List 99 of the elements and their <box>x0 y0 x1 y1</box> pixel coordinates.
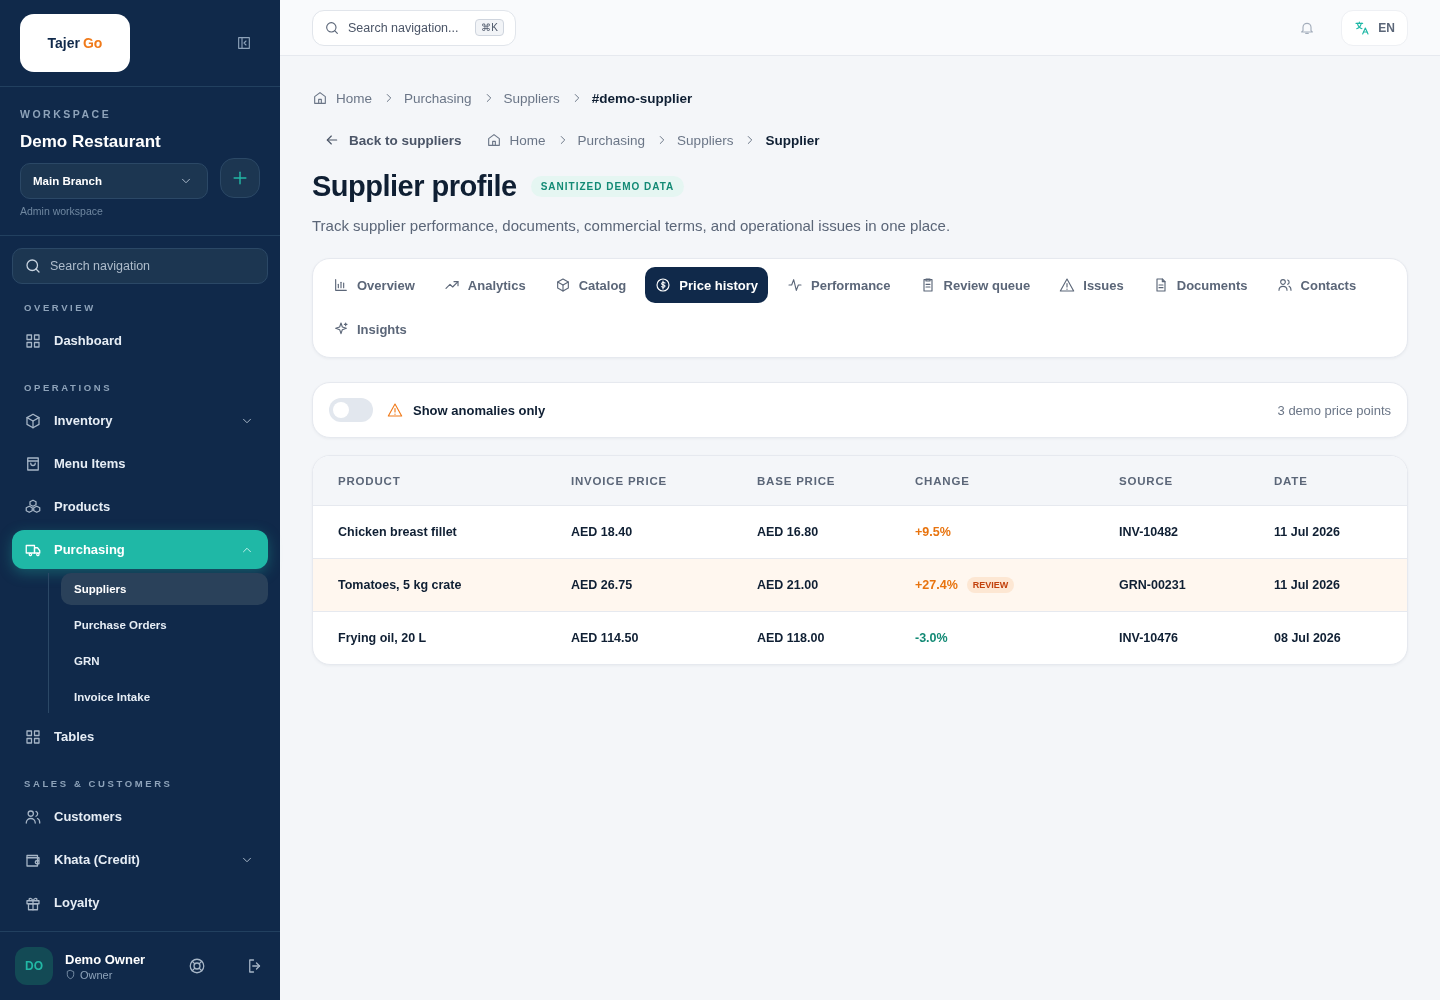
breadcrumb[interactable]: Purchasing <box>404 90 472 106</box>
demo-badge: SANITIZED DEMO DATA <box>530 176 685 197</box>
nav-item[interactable]: Menu Items <box>12 444 268 483</box>
page-subtitle: Track supplier performance, documents, commercial terms, and operational issues in one place. <box>312 217 952 234</box>
table-cell-text: AED 21.00 <box>757 578 820 592</box>
add-button[interactable] <box>220 157 260 198</box>
logo[interactable]: Tajer Go <box>20 14 130 72</box>
table-cell-text: GRN-00231 <box>1119 578 1187 592</box>
toggle-switch[interactable] <box>329 398 373 422</box>
tab[interactable]: Overview <box>323 267 425 303</box>
users-icon <box>1276 277 1293 293</box>
language-button[interactable]: EN <box>1341 9 1408 46</box>
nav-subitem[interactable]: Invoice Intake <box>61 681 268 713</box>
bag-icon <box>24 454 42 473</box>
home-icon <box>485 132 502 148</box>
section-heading: SALES & CUSTOMERS <box>23 777 174 791</box>
tab[interactable]: Analytics <box>433 267 536 303</box>
column-header: SOURCE <box>1119 474 1174 487</box>
table-cell-text: 08 Jul 2026 <box>1274 631 1342 645</box>
cube-icon <box>554 277 571 293</box>
nav-item[interactable]: Tables <box>12 717 268 756</box>
breadcrumb: #demo-supplier <box>591 90 693 106</box>
breadcrumb[interactable]: Suppliers <box>677 132 734 148</box>
nav-item[interactable]: Loyalty <box>12 883 268 922</box>
shield-icon <box>65 969 76 980</box>
table-cell-text: AED 114.50 <box>571 631 640 645</box>
table-cell-text: 11 Jul 2026 <box>1274 578 1342 592</box>
section-heading: OVERVIEW <box>23 301 97 315</box>
bar-chart-icon <box>333 277 349 293</box>
search-field[interactable]: Search navigation <box>12 248 268 284</box>
grid-icon <box>24 331 42 350</box>
help-icon[interactable] <box>188 957 206 975</box>
arrow-left-icon <box>324 132 340 148</box>
change-value: +27.4% <box>915 578 958 592</box>
nav-subitem[interactable]: Suppliers <box>61 573 268 605</box>
nav-item[interactable]: Dashboard <box>12 321 268 360</box>
table-cell-text: AED 18.40 <box>571 525 634 539</box>
table-cell-text: Tomatoes, 5 kg crate <box>338 578 463 592</box>
grid-icon <box>24 727 42 746</box>
users-icon <box>24 807 42 826</box>
column-header: INVOICE PRICE <box>571 474 669 487</box>
table-cell-text: AED 16.80 <box>757 525 820 539</box>
warning-icon <box>1059 277 1076 293</box>
tab[interactable]: Performance <box>777 267 901 303</box>
column-header: BASE PRICE <box>757 474 837 487</box>
search-icon <box>24 257 42 275</box>
section-heading: OPERATIONS <box>23 381 114 395</box>
nav-item[interactable]: Customers <box>12 797 268 836</box>
toggle-label: Show anomalies only <box>413 402 547 418</box>
price-points-count: 3 demo price points <box>1277 402 1391 418</box>
nav-item[interactable]: Products <box>12 487 268 526</box>
search-icon <box>324 19 340 36</box>
user-role: Owner <box>80 968 113 981</box>
table-cell-text: Frying oil, 20 L <box>338 631 428 645</box>
home-icon <box>312 90 328 106</box>
column-header: CHANGE <box>915 474 971 487</box>
nav-item[interactable]: Inventory <box>12 401 268 440</box>
translate-icon <box>1354 19 1371 36</box>
tab[interactable]: Insights <box>323 311 417 347</box>
tab[interactable]: Documents <box>1142 267 1258 303</box>
column-header: DATE <box>1274 474 1309 487</box>
warning-icon <box>387 402 403 418</box>
cube-icon <box>24 411 42 430</box>
change-value: -3.0% <box>915 631 948 645</box>
workspace-caption: Admin workspace <box>20 205 104 217</box>
breadcrumb[interactable]: Suppliers <box>503 90 560 106</box>
table-cell-text: AED 26.75 <box>571 578 634 592</box>
nav-subitem[interactable]: GRN <box>61 645 268 677</box>
breadcrumb[interactable]: Purchasing <box>577 132 646 148</box>
workspace-name: Demo Restaurant <box>20 132 162 152</box>
table-cell-text: INV-10476 <box>1119 631 1180 645</box>
breadcrumb[interactable]: Home <box>509 132 546 148</box>
table-cell-text: INV-10482 <box>1119 525 1180 539</box>
avatar: DO <box>15 947 53 985</box>
workspace-label: WORKSPACE <box>20 108 113 120</box>
change-value: +9.5% <box>915 525 951 539</box>
tab[interactable]: Contacts <box>1266 267 1367 303</box>
pulse-icon <box>787 277 804 293</box>
nav-subitem[interactable]: Purchase Orders <box>61 609 268 641</box>
boxes-icon <box>24 497 42 516</box>
breadcrumb: Supplier <box>765 132 820 148</box>
back-link[interactable]: Back to suppliers <box>324 132 462 148</box>
branch-select[interactable]: Main Branch <box>20 163 208 199</box>
user-name: Demo Owner <box>65 951 147 967</box>
tab[interactable]: Review queue <box>909 267 1041 303</box>
page-title: Supplier profile <box>312 170 517 203</box>
table-cell-text: Chicken breast fillet <box>338 525 458 539</box>
table-cell-text: AED 118.00 <box>757 631 826 645</box>
collapse-sidebar-icon[interactable] <box>236 35 252 51</box>
review-tag: REVIEW <box>966 577 1015 593</box>
tab[interactable]: Issues <box>1049 267 1134 303</box>
nav-item[interactable]: Khata (Credit) <box>12 840 268 879</box>
tab[interactable]: Catalog <box>544 267 637 303</box>
tab[interactable]: Price history <box>645 267 769 303</box>
dollar-icon <box>655 277 672 293</box>
column-header: PRODUCT <box>338 474 402 487</box>
table-cell-text: 11 Jul 2026 <box>1274 525 1342 539</box>
breadcrumb[interactable]: Home <box>336 90 372 106</box>
sparkle-icon <box>333 321 349 337</box>
